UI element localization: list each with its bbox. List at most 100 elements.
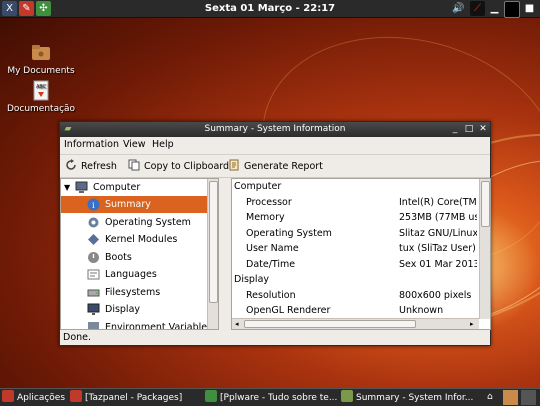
workspace-2[interactable] [521, 390, 536, 405]
detail-key: User Name [246, 243, 299, 254]
report-icon [228, 159, 240, 171]
refresh-button[interactable]: Refresh [65, 159, 117, 174]
section-header-computer: Computer [234, 181, 282, 192]
language-icon [87, 268, 100, 281]
folder-icon [31, 42, 51, 64]
computer-icon [75, 181, 88, 194]
tree-item-languages[interactable]: Languages [61, 266, 207, 283]
task-label: [Tazpanel - Packages] [85, 393, 183, 403]
details-vertical-scrollbar-thumb[interactable] [481, 181, 490, 227]
scroll-right-icon[interactable]: ▸ [470, 320, 474, 328]
tree-item-boots[interactable]: Boots [61, 249, 207, 266]
menu-information[interactable]: Information [64, 139, 119, 150]
detail-value: Slitaz GNU/Linux [399, 227, 477, 239]
tree-item-display[interactable]: Display [61, 301, 207, 318]
tree-item-label: Operating System [105, 216, 191, 228]
window-titlebar[interactable]: ▰ Summary - System Information _ □ ✕ [60, 122, 490, 137]
expander-icon[interactable]: ▼ [64, 179, 70, 196]
status-text: Done. [63, 332, 92, 343]
refresh-label: Refresh [81, 161, 117, 172]
task-label: Summary - System Infor... [356, 393, 474, 403]
copy-to-clipboard-button[interactable]: Copy to Clipboard [128, 159, 229, 174]
category-tree: ▼ Computer i Summary Operating System Ke… [60, 178, 219, 330]
menu-help[interactable]: Help [152, 139, 174, 150]
detail-value: Intel(R) Core(TM) [399, 196, 477, 208]
window-title: Summary - System Information [204, 124, 346, 134]
tree-scrollbar-thumb[interactable] [209, 181, 218, 303]
report-label: Generate Report [244, 161, 323, 172]
power-icon[interactable]: ■ [522, 1, 537, 16]
svg-text:i: i [92, 201, 95, 210]
detail-value: Unknown [399, 305, 444, 316]
close-button[interactable]: ✕ [478, 124, 488, 134]
details-horizontal-scrollbar-thumb[interactable] [244, 320, 416, 328]
top-panel: X ✎ ✣ Sexta 01 Março - 22:17 🔊 ⟋ ▁ ■ [0, 0, 540, 18]
volume-icon[interactable]: 🔊 [451, 1, 466, 16]
taskbar: Aplicações [Tazpanel - Packages] [Pplwar… [0, 388, 540, 406]
generate-report-button[interactable]: Generate Report [228, 159, 323, 174]
detail-value: 800x600 pixels [399, 289, 472, 301]
menu-view[interactable]: View [123, 139, 146, 150]
tree-item-label: Computer [93, 182, 141, 193]
detail-value: 253MB (77MB use [399, 212, 477, 223]
menu-bar: Information View Help [60, 137, 490, 155]
copy-label: Copy to Clipboard [144, 161, 230, 172]
tree-item-label: Kernel Modules [105, 234, 178, 245]
details-horizontal-scrollbar[interactable]: ◂ ▸ [232, 318, 479, 329]
minimize-button[interactable]: _ [450, 124, 460, 134]
info-icon: i [87, 198, 100, 211]
applications-label: Aplicações [17, 393, 66, 403]
tree-item-filesystems[interactable]: Filesystems [61, 284, 207, 301]
tree-item-kernel-modules[interactable]: Kernel Modules [61, 231, 207, 248]
tree-item-environment-variables[interactable]: Environment Variables [61, 319, 212, 329]
applications-menu-button[interactable]: Aplicações [2, 390, 66, 405]
detail-key: Memory [246, 212, 285, 223]
desktop-icon-label: Documentação [6, 104, 76, 114]
detail-key: Operating System [246, 227, 332, 239]
tree-scrollbar[interactable] [207, 179, 218, 329]
monitor-icon [87, 303, 100, 316]
copy-icon [128, 159, 140, 171]
power-icon [87, 251, 100, 264]
scroll-left-icon[interactable]: ◂ [235, 320, 239, 328]
detail-value: tux (SliTaz User) [399, 243, 476, 254]
detail-key: OpenGL Renderer [246, 305, 331, 316]
applications-icon [2, 390, 14, 402]
detail-key: Date/Time [246, 258, 296, 270]
svg-text:ABC: ABC [36, 84, 47, 90]
task-tazpanel[interactable]: [Tazpanel - Packages] [70, 390, 200, 405]
screen-icon[interactable] [504, 1, 520, 18]
gear-icon [87, 216, 100, 229]
maximize-button[interactable]: □ [464, 124, 474, 134]
desktop-icon-documentacao[interactable]: ABC Documentação [6, 80, 76, 114]
tree-item-label: Display [105, 304, 141, 315]
tree-item-label: Filesystems [105, 286, 161, 298]
system-info-icon [341, 390, 353, 402]
refresh-icon [65, 159, 77, 171]
details-vertical-scrollbar[interactable] [479, 179, 490, 319]
desktop-icon-label: My Documents [7, 66, 75, 76]
browser-icon [205, 390, 217, 402]
tree-item-summary[interactable]: i Summary [61, 196, 207, 213]
section-header-display: Display [234, 274, 270, 285]
details-pane: Computer Processor Intel(R) Core(TM) Mem… [231, 178, 491, 330]
status-bar: Done. [60, 330, 490, 345]
system-info-window: ▰ Summary - System Information _ □ ✕ Inf… [59, 121, 491, 346]
tree-item-label: Languages [105, 269, 157, 280]
workspace-1[interactable] [503, 390, 518, 405]
home-icon[interactable]: ⌂ [487, 390, 501, 405]
tree-item-computer[interactable]: ▼ Computer [61, 179, 207, 196]
toolbar: Refresh Copy to Clipboard Generate Repor… [60, 155, 490, 178]
cpu-monitor-icon[interactable]: ▁ [487, 1, 502, 16]
task-system-info[interactable]: Summary - System Infor... [341, 390, 478, 405]
tree-item-operating-system[interactable]: Operating System [61, 214, 207, 231]
network-icon[interactable]: ⟋ [470, 1, 485, 16]
detail-key: Processor [246, 196, 292, 208]
task-label: [Pplware - Tudo sobre te... [220, 393, 337, 403]
task-pplware[interactable]: [Pplware - Tudo sobre te... [205, 390, 337, 405]
desktop-icon-my-documents[interactable]: My Documents [6, 42, 76, 76]
detail-value: Sex 01 Mar 2013 [399, 258, 477, 270]
tazpanel-icon [70, 390, 82, 402]
detail-key: Resolution [246, 289, 296, 301]
document-icon: ABC [31, 80, 51, 102]
